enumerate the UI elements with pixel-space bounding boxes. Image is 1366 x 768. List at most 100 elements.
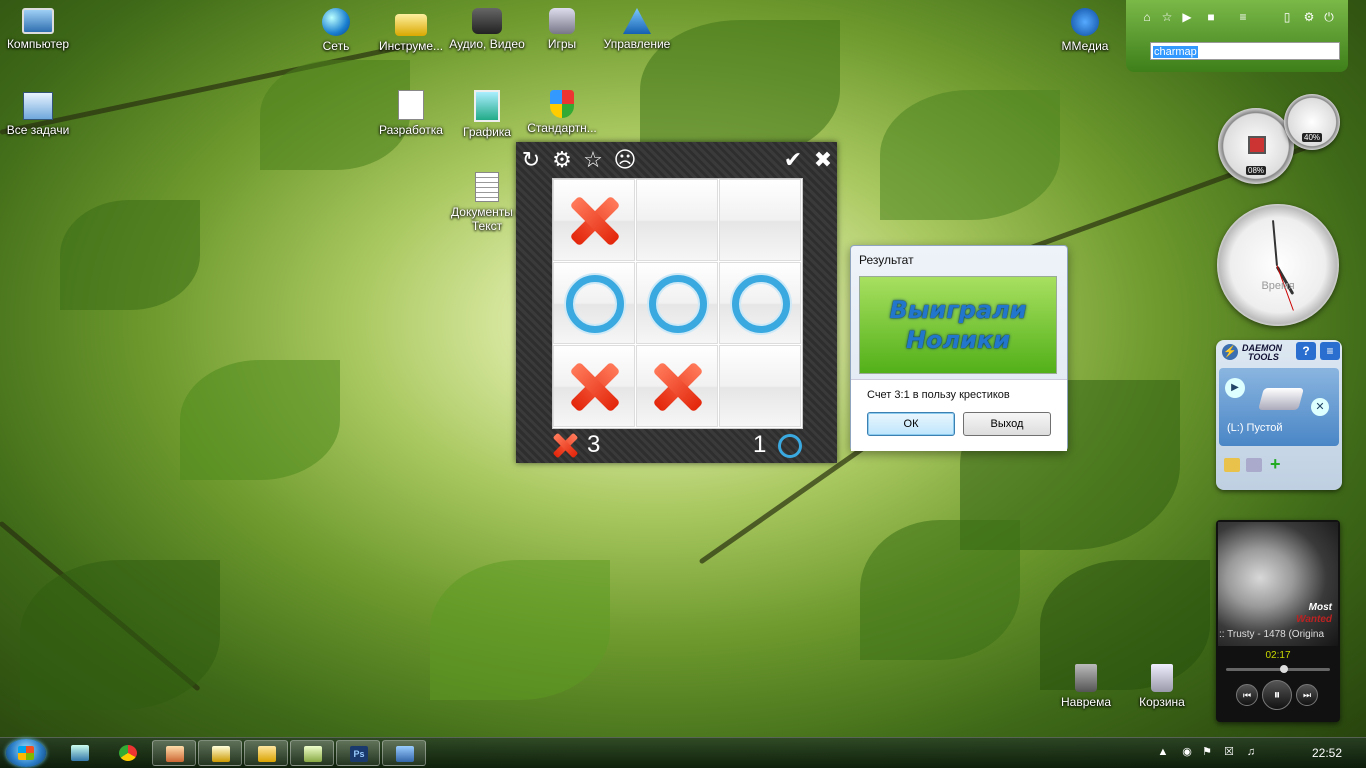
desktop-icon-label: ММедиа bbox=[1061, 39, 1109, 53]
desktop-icon-management[interactable]: Управление bbox=[599, 8, 675, 51]
taskbar: Ps ▲ ◉ ⚑ ☒ ♫ 22:52 bbox=[0, 737, 1366, 768]
desktop-icon-standard[interactable]: Стандартн... bbox=[524, 90, 600, 135]
disc-drive-icon bbox=[1258, 388, 1304, 410]
exit-button[interactable]: Выход bbox=[963, 412, 1051, 436]
ok-button[interactable]: ОК bbox=[867, 412, 955, 436]
globe-icon bbox=[322, 8, 350, 36]
desktop-icon-label: Управление bbox=[603, 37, 671, 51]
volume-icon[interactable]: ♫ bbox=[1244, 745, 1258, 759]
media-icon[interactable]: ◉ bbox=[1180, 745, 1194, 759]
desktop-icon-computer[interactable]: Компьютер bbox=[0, 8, 76, 51]
cpu-meter-value: 08% bbox=[1245, 166, 1267, 175]
board-cell[interactable] bbox=[636, 262, 718, 344]
board-cell[interactable] bbox=[719, 179, 801, 261]
picture-icon bbox=[474, 90, 500, 122]
seek-bar[interactable] bbox=[1226, 665, 1330, 673]
desktop-icon-all-tasks[interactable]: Все задачи bbox=[0, 92, 76, 137]
cpu-chip-icon bbox=[1248, 136, 1266, 154]
daemon-panel: ▶ ✕ (L:) Пустой bbox=[1219, 368, 1339, 446]
desktop-icon-games[interactable]: Игры bbox=[524, 8, 600, 51]
flag-icon[interactable]: ⚑ bbox=[1200, 745, 1214, 759]
game-board bbox=[552, 178, 803, 429]
folder-icon[interactable] bbox=[1224, 458, 1240, 472]
network-status-icon[interactable]: ☒ bbox=[1222, 745, 1236, 759]
notes-icon[interactable]: ≡ bbox=[1236, 10, 1250, 24]
desktop-icon-network[interactable]: Сеть bbox=[298, 8, 374, 53]
minute-hand bbox=[1271, 220, 1278, 267]
document-pencil-icon bbox=[398, 90, 424, 120]
desktop-icon-recycle-bin[interactable]: Корзина bbox=[1124, 664, 1200, 709]
board-cell[interactable] bbox=[553, 262, 635, 344]
help-icon[interactable]: ? bbox=[1296, 342, 1316, 360]
previous-icon[interactable]: ⏮ bbox=[1236, 684, 1258, 706]
desktop-icon-audio-video[interactable]: Аудио, Видео bbox=[449, 8, 525, 51]
network-icon[interactable] bbox=[382, 740, 426, 766]
board-cell[interactable] bbox=[636, 345, 718, 427]
rss-icon[interactable]: ≡ bbox=[1320, 342, 1340, 360]
desktop-icon-navrema[interactable]: Наврема bbox=[1048, 664, 1124, 709]
start-button[interactable] bbox=[6, 739, 46, 767]
desktop-icon-tools[interactable]: Инструме... bbox=[373, 8, 449, 53]
star-icon[interactable]: ☆ bbox=[579, 146, 607, 174]
desktop-icon-documents[interactable]: Документы и Текст bbox=[449, 172, 525, 233]
desktop-icon-label: Наврема bbox=[1061, 695, 1111, 709]
desktop-icon-graphics[interactable]: Графика bbox=[449, 90, 525, 139]
lightning-icon: ⚡ bbox=[1222, 344, 1238, 360]
copy-icon[interactable]: ▯ bbox=[1280, 10, 1294, 24]
leaf bbox=[20, 560, 220, 710]
tray-clock[interactable]: 22:52 bbox=[1312, 746, 1342, 760]
pause-icon[interactable]: ⏸ bbox=[1262, 680, 1292, 710]
add-icon[interactable]: + bbox=[1270, 454, 1281, 475]
explorer-icon[interactable] bbox=[58, 740, 102, 766]
play-icon[interactable]: ▶ bbox=[1180, 10, 1194, 24]
computer-icon bbox=[22, 8, 54, 34]
home-icon[interactable]: ⌂ bbox=[1140, 10, 1154, 24]
stop-icon[interactable]: ■ bbox=[1204, 10, 1218, 24]
star-icon[interactable]: ☆ bbox=[1160, 10, 1174, 24]
eject-icon[interactable]: ✕ bbox=[1311, 398, 1329, 416]
recycle-bin-icon bbox=[1151, 664, 1173, 692]
chrome-icon[interactable] bbox=[106, 740, 150, 766]
desktop-icon-mmedia[interactable]: ММедиа bbox=[1047, 8, 1123, 53]
power-icon[interactable]: ⏻ bbox=[1322, 10, 1336, 24]
photoshop-icon[interactable]: Ps bbox=[336, 740, 380, 766]
close-icon[interactable]: ✖ bbox=[809, 146, 837, 174]
sad-face-icon[interactable]: ☹ bbox=[611, 146, 639, 174]
leaf bbox=[60, 200, 200, 310]
settings-icon[interactable]: ⚙ bbox=[548, 146, 576, 174]
folder-icon[interactable] bbox=[244, 740, 288, 766]
play-icon[interactable]: ▶ bbox=[1225, 378, 1245, 398]
refresh-icon[interactable]: ↻ bbox=[517, 146, 545, 174]
board-cell[interactable] bbox=[553, 179, 635, 261]
x-mark-icon bbox=[568, 360, 622, 414]
settings-icon[interactable]: ⚙ bbox=[1302, 10, 1316, 24]
board-cell[interactable] bbox=[636, 179, 718, 261]
next-icon[interactable]: ⏭ bbox=[1296, 684, 1318, 706]
run-input[interactable]: charmap bbox=[1150, 42, 1340, 60]
clock-gadget: Время bbox=[1217, 204, 1339, 326]
desktop-icon-development[interactable]: Разработка bbox=[373, 90, 449, 137]
app-icon[interactable] bbox=[290, 740, 334, 766]
shield-icon bbox=[550, 90, 574, 118]
dialog-title: Результат bbox=[859, 253, 914, 267]
board-cell[interactable] bbox=[553, 345, 635, 427]
shortcut-arrow-icon bbox=[1071, 8, 1099, 36]
seek-thumb[interactable] bbox=[1280, 665, 1288, 673]
minimize-icon[interactable]: ✔ bbox=[779, 146, 807, 174]
board-cell[interactable] bbox=[719, 345, 801, 427]
score-o-icon bbox=[778, 434, 802, 458]
cpu-meter: 08% bbox=[1218, 108, 1294, 184]
score-o: 1 bbox=[753, 431, 767, 458]
paint-icon[interactable] bbox=[152, 740, 196, 766]
leaf bbox=[860, 520, 1020, 660]
score-x-icon bbox=[552, 432, 567, 447]
show-hidden-icons-icon[interactable]: ▲ bbox=[1156, 745, 1170, 759]
board-cell[interactable] bbox=[719, 262, 801, 344]
desktop-icon-label: Инструме... bbox=[378, 39, 444, 53]
image-icon[interactable] bbox=[1246, 458, 1262, 472]
gamepad-icon bbox=[549, 8, 575, 34]
launcher-gadget: ⌂ ☆ ▶ ■ ≡ ▯ ⚙ ⏻ charmap bbox=[1126, 0, 1348, 72]
o-mark-icon bbox=[566, 275, 624, 333]
trash-full-icon bbox=[1075, 664, 1097, 692]
ie-icon[interactable] bbox=[198, 740, 242, 766]
